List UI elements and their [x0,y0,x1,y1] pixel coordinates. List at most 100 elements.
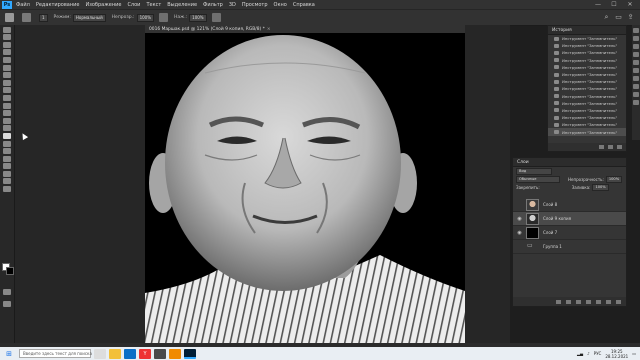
layer-visibility-eye-icon[interactable]: ◉ [516,230,523,236]
new-group-icon[interactable] [596,299,601,304]
layer-row[interactable]: ◉ Слой 9 копия [513,212,626,226]
mode-select[interactable]: Нормальный [72,13,106,22]
layer-row[interactable]: ◉ Слой 7 [513,226,626,240]
blur-tool-icon[interactable] [3,125,11,132]
search-icon[interactable]: ⌕ [602,13,611,21]
background-color-swatch[interactable] [6,267,14,275]
taskbar-search-input[interactable]: Введите здесь текст для поиска [19,349,92,358]
layer-filter-select[interactable]: Вид [516,167,552,175]
layer-row[interactable]: ▭ Группа 1 [513,240,626,254]
history-item[interactable]: Инструмент "Затемнитель" [548,64,626,71]
history-panel-icon[interactable] [633,84,639,89]
history-item[interactable]: Инструмент "Затемнитель" [548,57,626,64]
layer-opacity-field[interactable]: 100% [605,175,623,183]
delete-layer-icon[interactable] [616,299,621,304]
file-explorer-icon[interactable] [109,348,121,359]
menu-3d[interactable]: 3D [229,2,236,8]
new-snapshot-icon[interactable] [599,145,604,149]
healing-brush-tool-icon[interactable] [3,79,11,86]
path-select-tool-icon[interactable] [3,155,11,162]
properties-panel-icon[interactable] [633,60,639,65]
clock[interactable]: 19:25 28.12.2021 [605,349,628,359]
menu-edit[interactable]: Редактирование [36,2,80,8]
history-item[interactable]: Инструмент "Затемнитель" [548,107,626,114]
layer-visibility-eye-icon[interactable]: ◉ [516,216,523,222]
gradients-panel-icon[interactable] [633,44,639,49]
task-view-icon[interactable] [94,348,106,359]
menu-layers[interactable]: Слои [127,2,140,8]
menu-window[interactable]: Окно [274,2,287,8]
paths-panel-icon[interactable] [633,100,639,105]
windows-start-icon[interactable]: ⊞ [3,349,15,359]
menu-view[interactable]: Просмотр [242,2,268,8]
history-item[interactable]: Инструмент "Затемнитель" [548,100,626,107]
quick-mask-icon[interactable] [3,288,11,295]
adjustments-panel-icon[interactable] [633,68,639,73]
menu-file[interactable]: Файл [16,2,30,8]
history-brush-tool-icon[interactable] [3,102,11,109]
adjustment-layer-icon[interactable] [586,299,591,304]
share-icon[interactable]: ⇪ [626,13,635,21]
move-tool-icon[interactable] [3,26,11,33]
home-icon[interactable] [5,13,14,22]
pressure-opacity-icon[interactable] [159,13,169,22]
history-item[interactable]: Инструмент "Затемнитель" [548,71,626,78]
history-item[interactable]: Инструмент "Затемнитель" [548,128,626,136]
quick-select-tool-icon[interactable] [3,49,11,56]
channels-panel-icon[interactable] [633,92,639,97]
language-indicator[interactable]: РУС [594,351,602,356]
document-tab[interactable]: 0016 Маршак.psd @ 121% (Слой 9 копия, RG… [145,25,465,33]
minimize-button[interactable]: — [590,0,606,9]
photoshop-logo[interactable]: Ps [2,0,12,9]
hand-tool-icon[interactable] [3,170,11,177]
clone-stamp-tool-icon[interactable] [3,94,11,101]
flow-field[interactable]: 100% [189,13,207,22]
lightroom-icon[interactable] [169,348,181,359]
menu-help[interactable]: Справка [293,2,315,8]
brush-size-field[interactable]: 1 [39,13,48,22]
history-item[interactable]: Инструмент "Затемнитель" [548,93,626,100]
frame-tool-icon[interactable] [3,64,11,71]
history-item[interactable]: Инструмент "Затемнитель" [548,121,626,128]
yandex-icon[interactable]: Y [139,348,151,359]
history-item[interactable]: Инструмент "Затемнитель" [548,85,626,92]
workspace-icon[interactable]: ▭ [614,13,623,21]
app-icon[interactable] [154,348,166,359]
burn-tool-icon[interactable] [3,132,11,139]
history-item[interactable]: Инструмент "Затемнитель" [548,42,626,49]
crop-tool-icon[interactable] [3,56,11,63]
history-item[interactable]: Инструмент "Затемнитель" [548,49,626,56]
screen-mode-icon[interactable] [3,300,11,307]
add-mask-icon[interactable] [576,299,581,304]
rectangle-tool-icon[interactable] [3,163,11,170]
tool-preset-icon[interactable] [22,13,31,22]
swatches-panel-icon[interactable] [633,36,639,41]
history-panel-title[interactable]: История [548,26,626,35]
layers-panel-title[interactable]: Слои [513,158,626,167]
zoom-tool-icon[interactable] [3,178,11,185]
history-item[interactable]: Инструмент "Затемнитель" [548,114,626,121]
lasso-tool-icon[interactable] [3,41,11,48]
gradient-tool-icon[interactable] [3,117,11,124]
type-tool-icon[interactable] [3,148,11,155]
close-document-icon[interactable]: × [267,27,271,32]
photoshop-taskbar-icon[interactable] [184,348,196,359]
trash-icon[interactable] [617,145,622,149]
brush-tool-icon[interactable] [3,87,11,94]
close-window-button[interactable]: ✕ [622,0,638,9]
notifications-icon[interactable]: ▭ [632,351,636,356]
libraries-panel-icon[interactable] [633,76,639,81]
layer-style-icon[interactable] [566,299,571,304]
menu-select[interactable]: Выделение [167,2,197,8]
more-tools-icon[interactable] [3,186,11,193]
color-panel-icon[interactable] [633,28,639,33]
menu-image[interactable]: Изображение [85,2,121,8]
menu-filter[interactable]: Фильтр [203,2,223,8]
blend-mode-select[interactable]: Обычные [516,175,560,183]
layer-row[interactable]: Слой 8 [513,198,626,212]
eraser-tool-icon[interactable] [3,110,11,117]
new-layer-icon[interactable] [606,299,611,304]
eyedropper-tool-icon[interactable] [3,72,11,79]
airbrush-icon[interactable] [211,13,221,22]
edge-icon[interactable] [124,348,136,359]
